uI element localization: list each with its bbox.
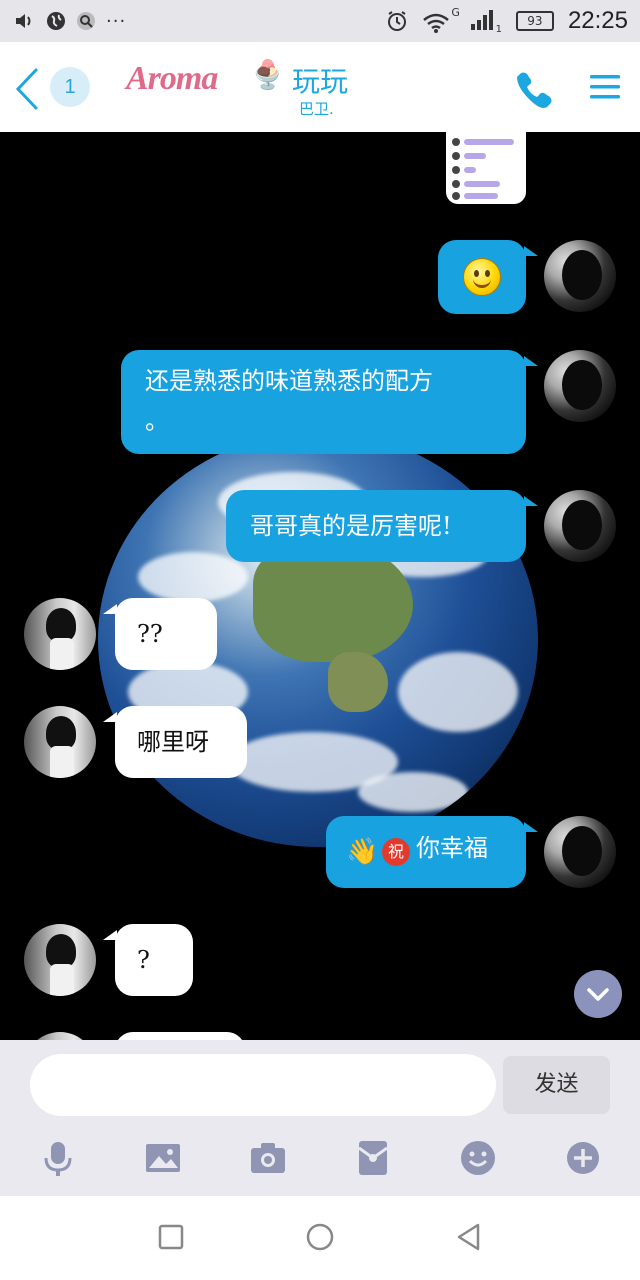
- chat-subtitle: 巴卫.: [299, 100, 334, 118]
- message-bubble-received[interactable]: ??: [103, 598, 217, 670]
- message-bubble-received[interactable]: [115, 1032, 245, 1040]
- system-nav-bar: [0, 1196, 640, 1280]
- avatar-contact[interactable]: [24, 924, 96, 996]
- chevron-down-icon: [587, 988, 609, 1001]
- signal-icon: [470, 10, 493, 30]
- avatar-contact[interactable]: [24, 706, 96, 778]
- image-message[interactable]: [446, 132, 526, 204]
- message-bubble-sent[interactable]: 哥哥真的是厉害呢!: [226, 490, 538, 562]
- sundae-icon: 🍨: [250, 58, 285, 91]
- avatar-contact[interactable]: [24, 1032, 96, 1040]
- message-text: 。: [145, 407, 169, 435]
- microphone-icon[interactable]: [38, 1138, 78, 1178]
- status-time: 22:25: [567, 7, 628, 34]
- wifi-indicator: G: [422, 6, 460, 34]
- message-input[interactable]: [30, 1054, 496, 1116]
- sim-number: 1: [495, 24, 502, 35]
- message-bubble-received[interactable]: 哪里呀: [103, 706, 247, 778]
- chat-header: 1 Aroma 🍨 玩玩 巴卫.: [0, 42, 640, 132]
- more-icon: ···: [106, 10, 127, 32]
- status-right: G 1 93 22:25: [386, 6, 628, 36]
- message-text: 还是熟悉的味道熟悉的配方: [145, 367, 433, 395]
- globe-icon: [47, 12, 65, 30]
- message-text: ?: [137, 946, 150, 974]
- wifi-icon: [423, 13, 449, 33]
- menu-icon[interactable]: [588, 70, 622, 104]
- red-packet-icon[interactable]: [353, 1138, 393, 1178]
- congratulations-icon: 祝: [382, 838, 410, 866]
- scroll-to-bottom-button[interactable]: [574, 970, 622, 1018]
- home-icon[interactable]: [304, 1221, 336, 1253]
- search-icon: [77, 12, 95, 30]
- signal-indicator: 1: [470, 9, 502, 35]
- back-arrow-icon[interactable]: [10, 64, 50, 114]
- waving-hand-icon: 👋: [346, 837, 379, 867]
- avatar-contact[interactable]: [24, 598, 96, 670]
- recent-apps-icon[interactable]: [156, 1222, 186, 1252]
- message-text: 哪里呀: [137, 728, 209, 756]
- message-text: ??: [137, 620, 163, 648]
- alarm-icon: [387, 11, 406, 31]
- battery-icon: 93: [515, 11, 554, 31]
- message-bubble-sent[interactable]: 👋 祝 你幸福: [326, 816, 538, 888]
- aroma-logo: Aroma: [126, 60, 218, 97]
- network-type: G: [451, 6, 460, 19]
- chat-title: 玩玩: [292, 65, 349, 98]
- avatar-me[interactable]: [544, 350, 616, 422]
- emoji-icon[interactable]: [458, 1138, 498, 1178]
- volume-icon: [16, 14, 31, 28]
- input-bar: 发送: [0, 1040, 640, 1196]
- smiley-icon: [463, 258, 501, 296]
- status-bar: ··· G 1 93 22:25: [0, 0, 640, 42]
- avatar-me[interactable]: [544, 490, 616, 562]
- message-bubble-received[interactable]: ?: [103, 924, 193, 996]
- avatar-me[interactable]: [544, 816, 616, 888]
- image-icon[interactable]: [143, 1138, 183, 1178]
- plus-icon[interactable]: [563, 1138, 603, 1178]
- message-text: 哥哥真的是厉害呢!: [250, 512, 452, 540]
- chat-area[interactable]: 还是熟悉的味道熟悉的配方 。 哥哥真的是厉害呢! ?? 哪里呀 👋 祝 你幸福 …: [0, 132, 640, 1040]
- message-text: 你幸福: [416, 834, 488, 862]
- unread-badge[interactable]: 1: [50, 67, 90, 107]
- camera-icon[interactable]: [248, 1138, 288, 1178]
- avatar-me[interactable]: [544, 240, 616, 312]
- send-button[interactable]: 发送: [503, 1056, 610, 1114]
- message-bubble-sent[interactable]: 还是熟悉的味道熟悉的配方 。: [121, 350, 538, 454]
- phone-icon[interactable]: [512, 68, 556, 112]
- message-bubble-sent[interactable]: [438, 240, 538, 314]
- back-icon[interactable]: [454, 1221, 484, 1253]
- status-left: ···: [14, 8, 126, 34]
